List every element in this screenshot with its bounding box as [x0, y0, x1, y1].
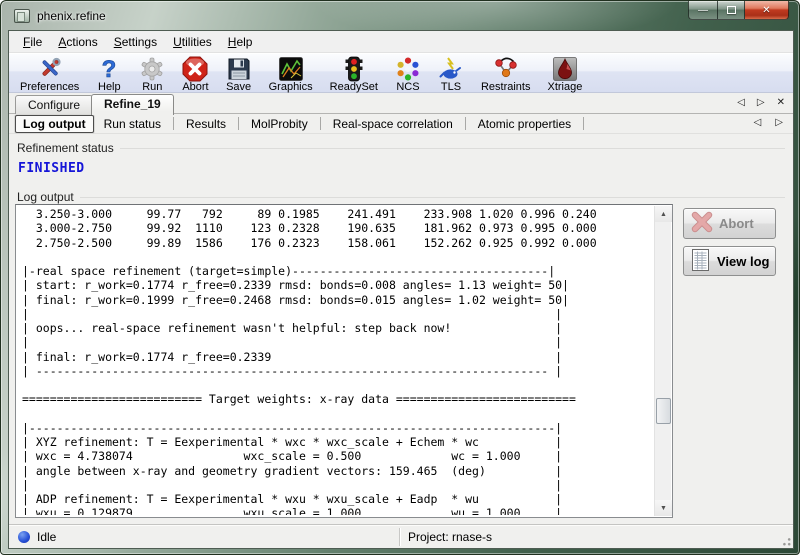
refinement-status-value: FINISHED — [18, 161, 85, 176]
window-controls: — ✕ — [688, 1, 789, 20]
subtab-real-space-correlation[interactable]: Real-space correlation — [323, 116, 463, 132]
statusbar-divider — [399, 528, 400, 546]
app-window: phenix.refine — ✕ File Actions Settings … — [0, 0, 800, 555]
abort-x-icon — [690, 210, 714, 237]
refinement-status-label: Refinement status — [17, 141, 120, 155]
tab-separator — [173, 117, 174, 130]
toolbar-button-help[interactable]: ? Help — [91, 55, 127, 94]
run-icon — [139, 56, 165, 82]
subtab-run-status[interactable]: Run status — [94, 116, 171, 132]
menu-utilities[interactable]: Utilities — [165, 32, 220, 52]
subtab-log-output[interactable]: Log output — [15, 115, 94, 133]
client-area: File Actions Settings Utilities Help Pre… — [9, 31, 793, 548]
status-bar: Idle Project: rnase-s — [9, 524, 793, 548]
toolbar-button-preferences[interactable]: Preferences — [15, 55, 84, 94]
toolbar-button-restraints[interactable]: Restraints — [476, 55, 536, 94]
subtab-molprobity[interactable]: MolProbity — [241, 116, 318, 132]
toolbar-button-xtriage[interactable]: Xtriage — [542, 55, 587, 94]
tab-separator — [238, 117, 239, 130]
document-list-icon — [690, 248, 712, 275]
graphics-icon — [278, 56, 304, 82]
log-output-label: Log output — [17, 190, 80, 204]
svg-text:?: ? — [102, 56, 117, 82]
tab-close-icon[interactable]: ✕ — [777, 97, 785, 108]
status-state: Idle — [37, 530, 56, 544]
scrollbar-thumb[interactable] — [656, 398, 671, 424]
main-tab-bar: Configure Refine_19 ◁ ▷ ✕ — [9, 93, 793, 114]
minimize-button[interactable]: — — [688, 1, 717, 20]
log-output-panel: Refinement status FINISHED Log output 3.… — [9, 134, 793, 524]
scroll-down-icon[interactable]: ▼ — [655, 500, 672, 516]
log-text-area[interactable]: 3.250-3.000 99.77 792 89 0.1985 241.491 … — [15, 204, 673, 518]
project-label: Project: rnase-s — [408, 530, 492, 544]
scroll-up-icon[interactable]: ▲ — [655, 206, 672, 222]
subtab-results[interactable]: Results — [176, 116, 236, 132]
log-output-group: Log output — [17, 190, 785, 204]
maximize-icon — [727, 6, 736, 14]
menu-help[interactable]: Help — [220, 32, 261, 52]
xtriage-icon — [552, 56, 578, 82]
tls-icon — [438, 56, 464, 82]
toolbar-button-readyset[interactable]: ReadySet — [325, 55, 383, 94]
readyset-icon — [341, 56, 367, 82]
preferences-icon — [37, 56, 63, 82]
maximize-button[interactable] — [717, 1, 745, 20]
restraints-icon — [493, 56, 519, 82]
ncs-icon — [395, 56, 421, 82]
tab-separator — [465, 117, 466, 130]
group-divider — [80, 197, 785, 198]
subtab-scroll-right-icon[interactable]: ▷ — [775, 117, 783, 128]
close-button[interactable]: ✕ — [745, 1, 789, 20]
log-scrollbar[interactable]: ▲ ▼ — [654, 206, 671, 516]
toolbar-button-abort[interactable]: Abort — [177, 55, 213, 94]
resize-grip[interactable] — [779, 534, 791, 546]
menu-settings[interactable]: Settings — [106, 32, 165, 52]
toolbar-button-graphics[interactable]: Graphics — [264, 55, 318, 94]
save-icon — [226, 56, 252, 82]
group-divider — [120, 148, 785, 149]
help-icon: ? — [96, 56, 122, 82]
main-tab-controls: ◁ ▷ ✕ — [737, 97, 785, 108]
toolbar-button-run[interactable]: Run — [134, 55, 170, 94]
status-indicator-icon — [18, 531, 30, 543]
view-log-button[interactable]: View log — [683, 246, 776, 276]
tab-scroll-right-icon[interactable]: ▷ — [757, 97, 765, 108]
menu-actions[interactable]: Actions — [50, 32, 105, 52]
log-text: 3.250-3.000 99.77 792 89 0.1985 241.491 … — [18, 207, 653, 515]
app-icon — [14, 9, 30, 23]
tab-scroll-left-icon[interactable]: ◁ — [737, 97, 745, 108]
refinement-status-group: Refinement status — [17, 141, 785, 155]
menu-bar: File Actions Settings Utilities Help — [9, 31, 793, 53]
menu-file[interactable]: File — [15, 32, 50, 52]
tab-separator — [583, 117, 584, 130]
subtab-scroll-left-icon[interactable]: ◁ — [754, 117, 762, 128]
tab-refine-19[interactable]: Refine_19 — [91, 94, 174, 115]
title-bar: phenix.refine — ✕ — [1, 1, 799, 31]
tab-separator — [320, 117, 321, 130]
tab-configure[interactable]: Configure — [15, 95, 93, 114]
window-title: phenix.refine — [37, 9, 106, 23]
toolbar-button-save[interactable]: Save — [221, 55, 257, 94]
subtab-atomic-properties[interactable]: Atomic properties — [468, 116, 581, 132]
sub-tab-controls: ◁ ▷ — [754, 117, 783, 128]
sub-tab-bar: Log output Run status Results MolProbity… — [9, 114, 793, 134]
toolbar: Preferences ? Help — [9, 53, 793, 93]
abort-icon — [182, 56, 208, 82]
toolbar-button-ncs[interactable]: NCS — [390, 55, 426, 94]
toolbar-button-tls[interactable]: TLS — [433, 55, 469, 94]
abort-button[interactable]: Abort — [683, 208, 776, 239]
